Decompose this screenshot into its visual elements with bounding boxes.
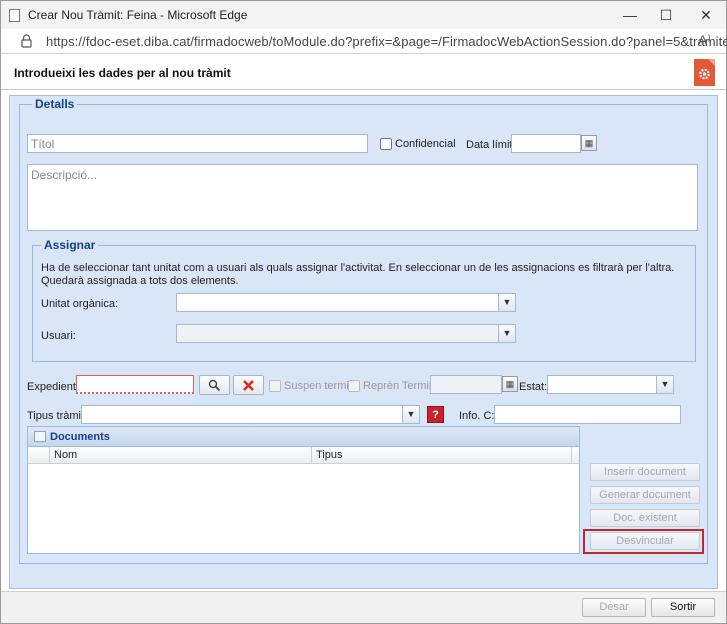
close-button[interactable]: ✕	[691, 5, 721, 25]
chevron-down-icon[interactable]: ▼	[402, 406, 419, 423]
user-combo[interactable]: ▼	[176, 324, 516, 343]
exit-button[interactable]: Sortir	[651, 598, 715, 617]
minimize-button[interactable]: —	[615, 5, 645, 25]
resume-label: Reprèn Termini	[363, 380, 438, 392]
status-combo[interactable]: ▼	[547, 375, 674, 394]
expedient-label: Expedient:	[27, 381, 79, 393]
assign-fieldset: Assignar Ha de seleccionar tant unitat c…	[32, 238, 696, 362]
calendar-icon[interactable]: ▦	[581, 135, 597, 151]
deadline-label: Data límit	[466, 139, 513, 151]
url-text[interactable]: https://fdoc-eset.diba.cat/firmadocweb/t…	[46, 34, 727, 49]
documents-title: Documents	[50, 431, 110, 443]
insert-document-button[interactable]: Inserir document	[590, 463, 700, 481]
title-bar: Crear Nou Tràmit: Feina - Microsoft Edge…	[1, 1, 726, 29]
search-icon	[208, 379, 221, 392]
tipus-combo[interactable]: ▼	[81, 405, 420, 424]
confidential-label: Confidencial	[395, 138, 456, 150]
tipus-label: Tipus tràmit	[27, 410, 85, 422]
status-label: Estat:	[519, 381, 548, 393]
lock-icon	[21, 34, 32, 48]
column-header-type[interactable]: Tipus	[312, 447, 572, 463]
window-title: Crear Nou Tràmit: Feina - Microsoft Edge	[28, 8, 248, 22]
user-label: Usuari:	[41, 330, 76, 342]
suspend-checkbox[interactable]	[269, 380, 281, 392]
documents-icon	[34, 431, 46, 442]
unit-combo[interactable]: ▼	[176, 293, 516, 312]
dialog-header: Introdueixi les dades per al nou tràmit	[1, 55, 726, 90]
page-icon	[9, 9, 20, 22]
details-fieldset: Detalls Confidencial Data límit ▦ Assign…	[19, 97, 708, 564]
documents-columns: Nom Tipus	[28, 447, 579, 464]
close-icon	[243, 380, 254, 391]
documents-grid: Documents Nom Tipus	[27, 426, 580, 554]
form-panel: Detalls Confidencial Data límit ▦ Assign…	[9, 95, 718, 589]
resume-date-input[interactable]	[430, 375, 502, 394]
maximize-button[interactable]: ☐	[651, 5, 681, 25]
generate-document-button[interactable]: Generar document	[590, 486, 700, 504]
search-button[interactable]	[199, 375, 230, 395]
documents-header: Documents	[28, 427, 579, 447]
suspend-label: Suspen termini	[284, 380, 358, 392]
confidential-checkbox[interactable]	[380, 138, 392, 150]
clear-button[interactable]	[233, 375, 264, 395]
info-c-label: Info. C:	[459, 410, 495, 422]
read-aloud-icon[interactable]: A⁾	[698, 32, 711, 49]
expedient-input[interactable]	[76, 375, 194, 394]
chevron-down-icon[interactable]: ▼	[498, 325, 515, 342]
chevron-down-icon[interactable]: ▼	[498, 294, 515, 311]
assign-info-text: Ha de seleccionar tant unitat com a usua…	[41, 262, 675, 287]
highlight-box	[583, 529, 704, 554]
dialog-footer: Desar Sortir	[1, 591, 726, 623]
description-input[interactable]	[27, 164, 698, 231]
title-input[interactable]	[27, 134, 368, 153]
deadline-input[interactable]	[511, 134, 581, 153]
gear-icon[interactable]	[694, 59, 715, 86]
info-c-input[interactable]	[494, 405, 681, 424]
address-bar: https://fdoc-eset.diba.cat/firmadocweb/t…	[1, 29, 727, 54]
resume-checkbox[interactable]	[348, 380, 360, 392]
help-button[interactable]: ?	[427, 406, 444, 423]
chevron-down-icon[interactable]: ▼	[656, 376, 673, 393]
existing-document-button[interactable]: Doc. existent	[590, 509, 700, 527]
column-header-name[interactable]: Nom	[50, 447, 312, 463]
browser-window: Crear Nou Tràmit: Feina - Microsoft Edge…	[0, 0, 727, 624]
dialog-title: Introdueixi les dades per al nou tràmit	[14, 66, 231, 80]
unit-label: Unitat orgànica:	[41, 298, 119, 310]
calendar-icon[interactable]: ▦	[502, 376, 518, 392]
column-header-select	[28, 447, 50, 463]
details-legend: Detalls	[32, 97, 78, 111]
save-button[interactable]: Desar	[582, 598, 646, 617]
assign-legend: Assignar	[41, 238, 99, 252]
